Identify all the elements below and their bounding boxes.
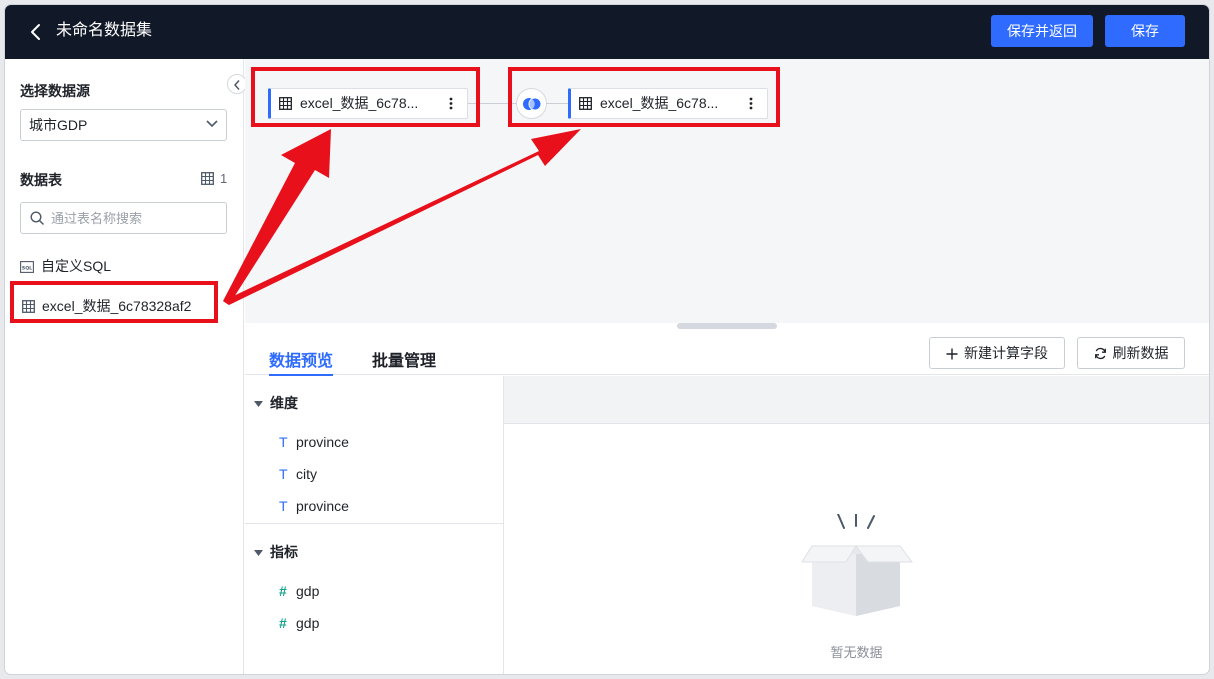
dimension-field[interactable]: Tcity: [279, 466, 317, 482]
search-icon: [30, 211, 44, 225]
refresh-data-button[interactable]: 刷新数据: [1077, 337, 1185, 369]
field-name: gdp: [296, 583, 320, 599]
save-button[interactable]: 保存: [1105, 15, 1185, 47]
text-type-icon: T: [279, 498, 288, 514]
divider: [245, 523, 504, 524]
sql-icon: SQL: [20, 261, 34, 273]
annotation-highlight-node-a: [251, 67, 480, 127]
dimension-field[interactable]: Tprovince: [279, 498, 349, 514]
save-and-return-button[interactable]: 保存并返回: [991, 15, 1093, 47]
field-name: city: [296, 466, 317, 482]
sidebar-item-custom-sql[interactable]: SQL 自定义SQL: [20, 254, 111, 278]
measure-field[interactable]: # gdp: [279, 615, 319, 631]
tab-batch-manage[interactable]: 批量管理: [372, 347, 436, 371]
svg-text:SQL: SQL: [22, 265, 32, 271]
source-label: 选择数据源: [20, 83, 90, 99]
sidebar-item-label: 自定义SQL: [41, 258, 112, 274]
new-calculated-field-button[interactable]: 新建计算字段: [929, 337, 1065, 369]
top-bar: 未命名数据集 保存并返回 保存: [5, 5, 1209, 59]
new-field-label: 新建计算字段: [964, 345, 1048, 361]
source-select[interactable]: 城市GDP: [20, 109, 227, 141]
chevron-left-icon: [233, 80, 240, 90]
text-type-icon: T: [279, 434, 288, 450]
annotation-highlight-sidebar-table: [10, 281, 218, 323]
tab-data-preview[interactable]: 数据预览: [269, 347, 334, 376]
measure-group-label: 指标: [270, 544, 298, 560]
dimension-group-label: 维度: [270, 395, 298, 411]
refresh-icon: [1094, 347, 1106, 360]
bottom-tabs: 数据预览 批量管理 新建计算字段 刷新数据: [245, 323, 1209, 376]
caret-down-icon: [254, 401, 263, 407]
preview-table-header: [504, 376, 1209, 424]
data-preview-panel: 暂无数据: [504, 376, 1209, 674]
app-window: 未命名数据集 保存并返回 保存 选择数据源 城市GDP 数据表 1 通过表名称搜…: [5, 5, 1209, 674]
table-count-value: 1: [220, 171, 228, 186]
field-name: province: [296, 498, 349, 514]
chevron-down-icon: [206, 120, 218, 128]
field-name: gdp: [296, 615, 320, 631]
table-search-box[interactable]: [20, 202, 227, 234]
dimension-field[interactable]: Tprovince: [279, 434, 349, 450]
table-search-input[interactable]: [51, 203, 221, 233]
page-title: 未命名数据集: [56, 22, 153, 39]
back-arrow-icon[interactable]: [25, 21, 47, 43]
table-count: 1: [201, 171, 227, 186]
number-type-icon: #: [279, 583, 287, 599]
resize-handle[interactable]: [677, 323, 777, 329]
table-icon: [201, 172, 214, 185]
field-name: province: [296, 434, 349, 450]
dimension-group-header[interactable]: 维度: [254, 393, 298, 413]
empty-box-icon: [801, 514, 913, 616]
tables-label: 数据表: [20, 172, 62, 188]
empty-state-text: 暂无数据: [830, 645, 883, 660]
sidebar: 选择数据源 城市GDP 数据表 1 SQL 自定义SQL: [5, 59, 244, 674]
collapse-sidebar-button[interactable]: [227, 74, 247, 94]
measure-group-header[interactable]: 指标: [254, 542, 298, 562]
plus-icon: [946, 348, 958, 360]
number-type-icon: #: [279, 615, 287, 631]
field-list-panel: 维度 Tprovince Tcity Tprovince 指标 # gdp # gd…: [245, 376, 504, 674]
text-type-icon: T: [279, 466, 288, 482]
source-select-value: 城市GDP: [29, 117, 88, 133]
caret-down-icon: [254, 550, 263, 556]
measure-field[interactable]: # gdp: [279, 583, 319, 599]
refresh-label: 刷新数据: [1112, 345, 1169, 361]
annotation-highlight-node-b: [508, 67, 780, 127]
